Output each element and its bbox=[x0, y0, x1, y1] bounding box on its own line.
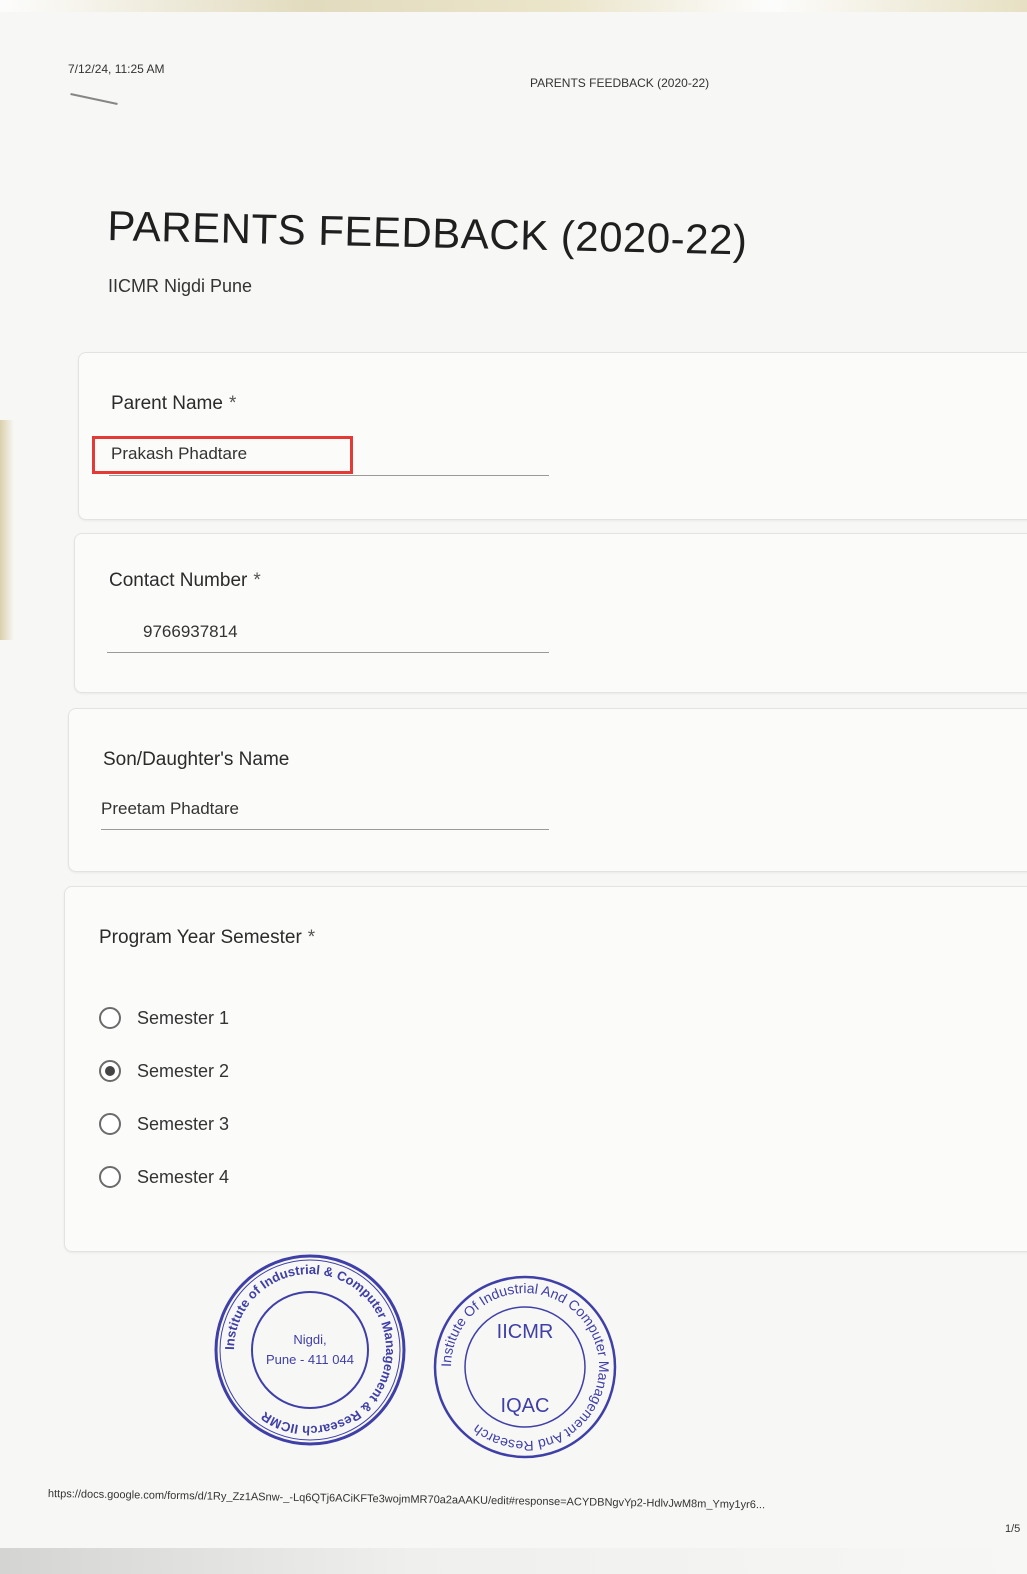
seal-graphic: Institute Of Industrial And Computer Man… bbox=[433, 1275, 617, 1459]
radio-button[interactable] bbox=[99, 1113, 121, 1135]
seal-center-bottom: IQAC bbox=[501, 1395, 550, 1417]
institute-seal-stamp: Institute of Industrial & Computer Manag… bbox=[212, 1252, 408, 1448]
seal-graphic: Institute of Industrial & Computer Manag… bbox=[214, 1254, 406, 1446]
required-mark: * bbox=[307, 927, 316, 948]
question-label: Contact Number * bbox=[109, 570, 261, 592]
seal-center-line2: Pune - 411 044 bbox=[266, 1352, 354, 1367]
svg-text:Institute Of Industrial And Co: Institute Of Industrial And Computer Man… bbox=[438, 1280, 612, 1454]
form-header: PARENTS FEEDBACK (2020-22) IICMR Nigdi P… bbox=[78, 178, 1027, 328]
question-card-parent-name: Parent Name * Prakash Phadtare bbox=[78, 352, 1027, 520]
answer-underline bbox=[109, 475, 549, 476]
question-card-contact-number: Contact Number * 9766937814 bbox=[74, 533, 1027, 693]
paper-shadow bbox=[0, 1548, 1027, 1574]
contact-number-answer[interactable]: 9766937814 bbox=[143, 622, 238, 642]
form-subtitle: IICMR Nigdi Pune bbox=[108, 276, 253, 296]
question-text: Contact Number bbox=[109, 570, 248, 591]
option-label: Semester 2 bbox=[137, 1060, 230, 1081]
required-mark: * bbox=[253, 570, 261, 591]
seal-center-line1: Nigdi, bbox=[293, 1332, 326, 1347]
paper-edge bbox=[0, 0, 1027, 12]
option-label: Semester 1 bbox=[137, 1007, 230, 1028]
radio-button-selected[interactable] bbox=[99, 1060, 121, 1082]
svg-text:Institute of Industrial & Comp: Institute of Industrial & Computer Manag… bbox=[222, 1262, 398, 1438]
option-label: Semester 3 bbox=[137, 1113, 230, 1134]
page-number: 1/5 bbox=[1005, 1523, 1021, 1535]
question-card-program-year-semester: Program Year Semester * Semester 1 Semest… bbox=[64, 886, 1027, 1252]
son-daughter-name-answer[interactable]: Preetam Phadtare bbox=[101, 799, 239, 819]
question-card-son-daughter-name: Son/Daughter's Name Preetam Phadtare bbox=[68, 708, 1027, 872]
radio-button[interactable] bbox=[99, 1007, 121, 1029]
radio-button[interactable] bbox=[99, 1166, 121, 1188]
radio-option-semester-1[interactable]: Semester 1 bbox=[99, 1007, 229, 1029]
paper-edge-left bbox=[0, 420, 14, 640]
print-header-title: PARENTS FEEDBACK (2020-22) bbox=[530, 76, 710, 90]
answer-underline bbox=[107, 652, 549, 653]
question-text: Parent Name bbox=[111, 393, 223, 414]
print-footer-url: https://docs.google.com/forms/d/1Ry_Zz1A… bbox=[47, 1488, 766, 1512]
answer-underline bbox=[101, 829, 549, 830]
question-label: Parent Name * bbox=[111, 393, 236, 415]
question-label: Program Year Semester * bbox=[99, 927, 315, 949]
radio-option-semester-4[interactable]: Semester 4 bbox=[99, 1166, 229, 1188]
required-mark: * bbox=[228, 393, 237, 414]
question-text: Program Year Semester bbox=[99, 927, 302, 948]
form-title: PARENTS FEEDBACK (2020-22) bbox=[106, 202, 748, 264]
seal-ring-text: Institute of Industrial & Computer Manag… bbox=[222, 1262, 398, 1438]
print-date: 7/12/24, 11:25 AM bbox=[68, 62, 165, 76]
seal-center-top: IICMR bbox=[497, 1321, 554, 1343]
seal-ring-text: Institute Of Industrial And Computer Man… bbox=[438, 1280, 612, 1454]
radio-option-semester-3[interactable]: Semester 3 bbox=[99, 1113, 229, 1135]
iqac-seal-stamp: Institute Of Industrial And Computer Man… bbox=[430, 1272, 620, 1462]
pen-mark bbox=[70, 93, 118, 105]
question-label: Son/Daughter's Name bbox=[103, 749, 295, 771]
highlight-box bbox=[92, 436, 353, 474]
option-label: Semester 4 bbox=[137, 1166, 230, 1187]
question-text: Son/Daughter's Name bbox=[103, 749, 290, 770]
radio-option-semester-2[interactable]: Semester 2 bbox=[99, 1060, 229, 1082]
